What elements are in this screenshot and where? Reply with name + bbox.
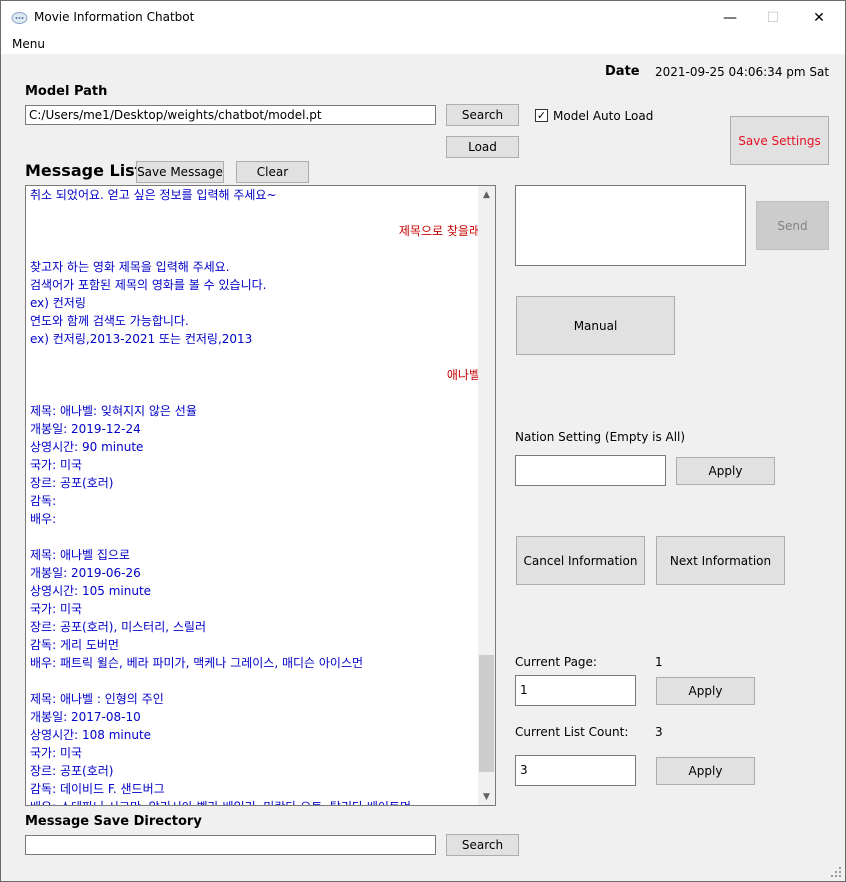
bot-message: 개봉일: 2019-06-26	[30, 566, 141, 580]
close-button[interactable]: ✕	[796, 1, 842, 34]
model-path-input[interactable]: C:/Users/me1/Desktop/weights/chatbot/mod…	[25, 105, 436, 125]
user-message: 제목으로 찾을래	[398, 224, 480, 238]
bot-message: 국가: 미국	[30, 458, 83, 472]
bot-message: 취소 되었어요. 얻고 싶은 정보를 입력해 주세요~	[30, 188, 277, 202]
save-message-button[interactable]: Save Message	[136, 161, 224, 183]
bot-message: 감독: 데이비드 F. 샌드버그	[30, 782, 165, 796]
message-list-content: 취소 되었어요. 얻고 싶은 정보를 입력해 주세요~ 제목으로 찾을래찾고자 하…	[30, 186, 480, 805]
next-information-button[interactable]: Next Information	[656, 536, 785, 585]
bot-message: 장르: 공포(호러)	[30, 476, 114, 490]
title-bar: Movie Information Chatbot — ☐ ✕	[1, 1, 845, 34]
model-search-button[interactable]: Search	[446, 104, 519, 126]
app-window: Movie Information Chatbot — ☐ ✕ Menu Dat…	[0, 0, 846, 882]
current-page-value: 1	[655, 655, 663, 669]
scroll-thumb[interactable]	[479, 655, 494, 772]
current-page-apply-button[interactable]: Apply	[656, 677, 755, 705]
bot-message: 상영시간: 90 minute	[30, 440, 144, 454]
bot-message: 배우:	[30, 512, 57, 526]
save-settings-button[interactable]: Save Settings	[730, 116, 829, 165]
date-value: 2021-09-25 04:06:34 pm Sat	[655, 65, 830, 79]
bot-message: 감독: 게리 도버먼	[30, 638, 119, 652]
scroll-up-arrow-icon[interactable]: ▲	[478, 186, 495, 203]
bot-message: 국가: 미국	[30, 602, 83, 616]
current-list-count-value: 3	[655, 725, 663, 739]
menu-item-menu[interactable]: Menu	[12, 37, 45, 51]
bot-message: 배우: 패트릭 윌슨, 베라 파미가, 맥케나 그레이스, 매디슨 아이스먼	[30, 656, 364, 670]
bot-message: 장르: 공포(호러), 미스터리, 스릴러	[30, 620, 206, 634]
bot-message: 배우: 스테파니 시그만, 알리시아 벨라 베일리, 미란다 오토, 탈리타 베…	[30, 798, 480, 805]
bot-message: 상영시간: 105 minute	[30, 584, 152, 598]
model-path-label: Model Path	[25, 84, 108, 99]
message-input[interactable]	[515, 185, 746, 266]
menu-bar: Menu	[1, 34, 845, 54]
bot-message: ex) 컨저링	[30, 296, 86, 310]
window-title: Movie Information Chatbot	[34, 10, 195, 24]
current-list-count-apply-button[interactable]: Apply	[656, 757, 755, 785]
chatbot-app-icon	[11, 12, 28, 24]
bot-message: 감독:	[30, 494, 57, 508]
nation-setting-input[interactable]	[515, 455, 666, 486]
bot-message: 연도와 함께 검색도 가능합니다.	[30, 314, 189, 328]
bot-message: ex) 컨저링,2013-2021 또는 컨저링,2013	[30, 332, 253, 346]
current-list-count-input[interactable]: 3	[515, 755, 636, 786]
bot-message: 국가: 미국	[30, 746, 83, 760]
bot-message: 장르: 공포(호러)	[30, 764, 114, 778]
clear-button[interactable]: Clear	[236, 161, 309, 183]
scroll-down-arrow-icon[interactable]: ▼	[478, 788, 495, 805]
model-auto-load-checkbox[interactable]: ✓	[535, 109, 548, 122]
bot-message: 검색어가 포함된 제목의 영화를 볼 수 있습니다.	[30, 278, 267, 292]
message-list[interactable]: 취소 되었어요. 얻고 싶은 정보를 입력해 주세요~ 제목으로 찾을래찾고자 하…	[25, 185, 496, 806]
manual-button[interactable]: Manual	[516, 296, 675, 355]
message-save-directory-label: Message Save Directory	[25, 814, 202, 829]
current-page-input[interactable]: 1	[515, 675, 636, 706]
model-load-button[interactable]: Load	[446, 136, 519, 158]
maximize-button[interactable]: ☐	[750, 1, 796, 34]
nation-setting-label: Nation Setting (Empty is All)	[515, 430, 686, 444]
bot-message: 개봉일: 2017-08-10	[30, 710, 141, 724]
bot-message: 상영시간: 108 minute	[30, 728, 152, 742]
user-message: 애나벨	[446, 368, 480, 382]
nation-apply-button[interactable]: Apply	[676, 457, 775, 485]
cancel-information-button[interactable]: Cancel Information	[516, 536, 645, 585]
message-list-scrollbar[interactable]: ▲ ▼	[478, 186, 495, 805]
bot-message: 찾고자 하는 영화 제목을 입력해 주세요.	[30, 260, 230, 274]
date-label: Date	[605, 64, 640, 79]
bot-message: 제목: 애나벨: 잊혀지지 않은 선율	[30, 404, 197, 418]
current-list-count-label: Current List Count:	[515, 725, 629, 739]
message-save-directory-input[interactable]	[25, 835, 436, 855]
bot-message: 제목: 애나벨 집으로	[30, 548, 130, 562]
model-auto-load-label: Model Auto Load	[553, 109, 654, 123]
bot-message: 개봉일: 2019-12-24	[30, 422, 141, 436]
resize-grip-icon[interactable]	[831, 867, 841, 877]
bot-message: 제목: 애나벨 : 인형의 주인	[30, 692, 164, 706]
send-button[interactable]: Send	[756, 201, 829, 250]
minimize-button[interactable]: —	[707, 1, 753, 34]
save-directory-search-button[interactable]: Search	[446, 834, 519, 856]
current-page-label: Current Page:	[515, 655, 597, 669]
message-list-label: Message List	[25, 161, 143, 180]
